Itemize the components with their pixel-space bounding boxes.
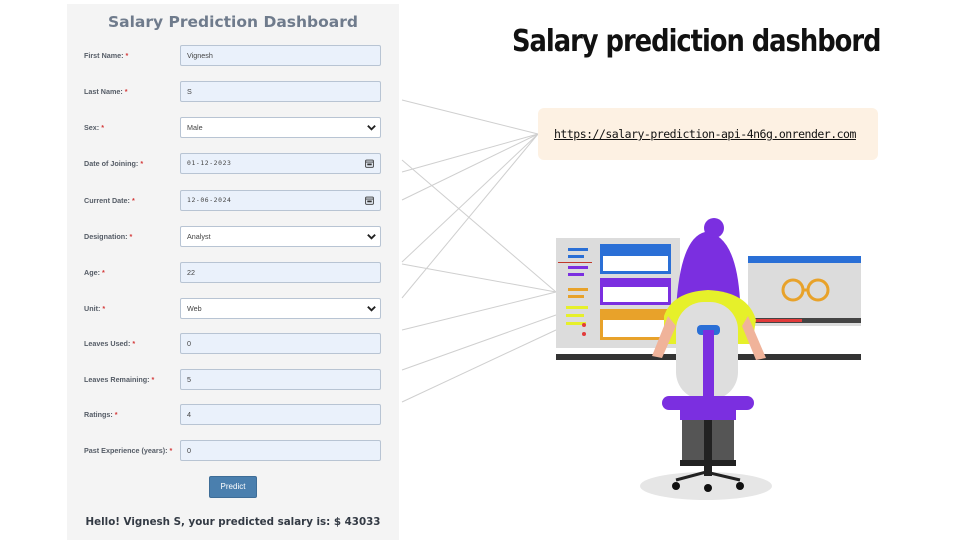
developer-illustration — [556, 218, 861, 500]
